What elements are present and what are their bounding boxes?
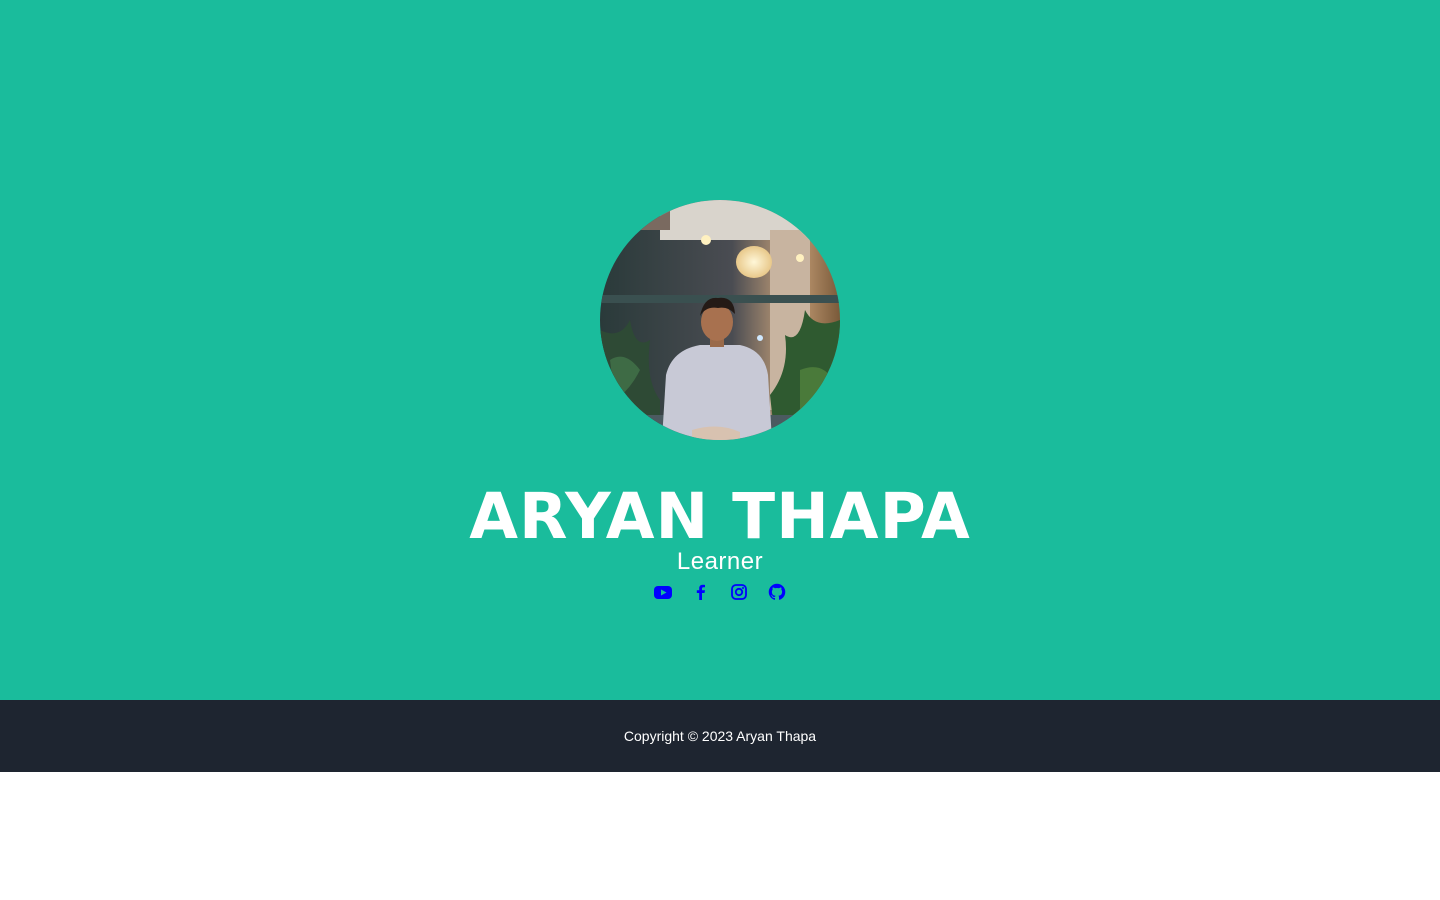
social-links: [0, 582, 1440, 602]
instagram-link[interactable]: [729, 582, 749, 602]
profile-avatar: [600, 200, 840, 440]
profile-name: ARYAN THAPA: [469, 480, 971, 553]
profile-role: Learner: [676, 548, 764, 575]
youtube-link[interactable]: [653, 582, 673, 602]
copyright-text: Copyright © 2023 Aryan Thapa: [623, 728, 817, 744]
profile-photo: [600, 200, 840, 440]
youtube-icon: [654, 586, 672, 599]
hero-section: ARYAN THAPA Learner: [0, 0, 1440, 700]
github-link[interactable]: [767, 582, 787, 602]
facebook-link[interactable]: [691, 582, 711, 602]
site-footer: Copyright © 2023 Aryan Thapa: [0, 700, 1440, 772]
facebook-icon: [696, 584, 705, 600]
github-icon: [768, 583, 786, 600]
instagram-icon: [731, 584, 747, 600]
